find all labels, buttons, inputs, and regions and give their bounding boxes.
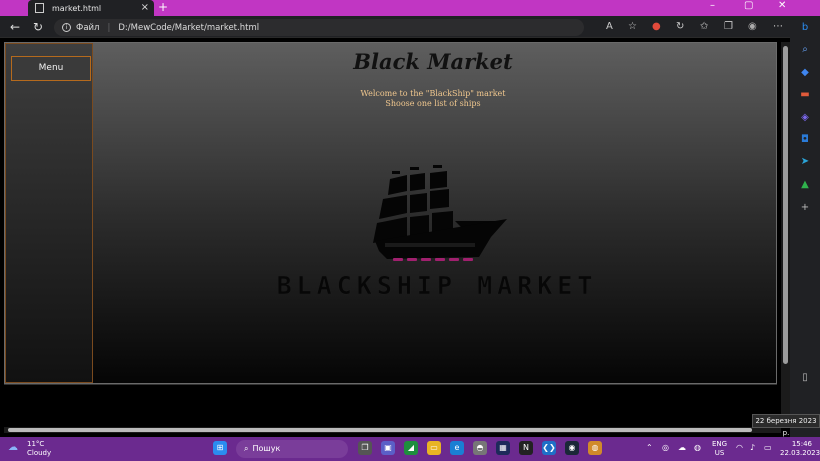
collections-icon[interactable]: ❐ [724, 21, 733, 32]
teams-icon[interactable]: ▣ [381, 441, 395, 455]
search-icon: ⌕ [244, 444, 249, 453]
maximize-button[interactable]: ▢ [744, 0, 753, 11]
taskbar-search[interactable]: ⌕ Пошук [236, 440, 348, 458]
profile-avatar-icon[interactable]: ◉ [748, 21, 757, 32]
search-icon[interactable]: ⌕ [799, 44, 811, 56]
edge-icon[interactable]: e [450, 441, 464, 455]
tray-chevron-icon[interactable]: ⌃ [646, 443, 653, 452]
date-tooltip: 22 березня 2023 р. [752, 414, 820, 437]
task-view-icon[interactable]: ❐ [358, 441, 372, 455]
weather-desc: Cloudy [27, 449, 52, 457]
lang-top: ENG [712, 440, 728, 448]
battery-icon[interactable]: ▭ [764, 443, 772, 452]
scrollbar-thumb[interactable] [783, 46, 788, 364]
browser-tab-strip: market.html × + – ▢ ✕ [0, 0, 820, 16]
tray-cloud-icon[interactable]: ☁ [678, 443, 686, 452]
language-indicator[interactable]: ENG US [712, 440, 727, 458]
clock[interactable]: 15:46 22.03.2023 [780, 440, 820, 458]
tray-phone-icon[interactable]: ◍ [694, 443, 701, 452]
page-title: Black Market [353, 49, 513, 74]
split-icon[interactable]: ▯ [799, 372, 811, 384]
blackship-logo: BLACKSHIP MARKET [276, 165, 598, 300]
read-aloud-icon[interactable]: A [606, 21, 613, 32]
clock-date: 22.03.2023 [780, 449, 820, 457]
tag-icon[interactable]: ◆ [799, 67, 811, 79]
app-green-icon[interactable]: ◢ [404, 441, 418, 455]
start-icon[interactable]: ⊞ [213, 441, 227, 455]
app-orange-icon[interactable]: ◍ [588, 441, 602, 455]
extension-red-icon[interactable]: ● [652, 21, 661, 32]
browser-toolbar: ← ↻ i Файл | D:/MewCode/Market/market.ht… [0, 16, 790, 38]
tab-title: market.html [52, 3, 102, 13]
add-icon[interactable]: + [799, 202, 811, 214]
address-bar[interactable]: i Файл | D:/MewCode/Market/market.html [54, 19, 584, 36]
outlook-icon[interactable]: ◘ [799, 134, 811, 146]
scrollbar-thumb-horizontal[interactable] [8, 428, 752, 432]
refresh-alt-icon[interactable]: ↻ [676, 21, 684, 32]
wifi-icon[interactable]: ◠ [736, 443, 743, 452]
copilot-icon[interactable]: ◈ [799, 112, 811, 124]
app-shield-icon[interactable]: ◓ [473, 441, 487, 455]
search-label: Пошук [252, 444, 281, 453]
protocol-label: Файл [76, 22, 100, 33]
tray-app-icon[interactable]: ◎ [662, 443, 669, 452]
tree-icon[interactable]: ▲ [799, 179, 811, 191]
main-container: Menu Black Market Welcome to the "BlackS… [4, 42, 777, 384]
side-panel: Menu [5, 43, 93, 383]
menu-button[interactable]: Menu [11, 56, 91, 81]
browser-tab[interactable]: market.html × [28, 0, 154, 16]
lang-bottom: US [714, 449, 725, 457]
refresh-icon[interactable]: ↻ [33, 20, 43, 34]
steam-icon[interactable]: ◉ [565, 441, 579, 455]
vscode-icon[interactable]: ❮❯ [542, 441, 556, 455]
toolbox-icon[interactable]: ▬ [799, 89, 811, 101]
favorites-icon[interactable]: ✩ [700, 21, 708, 32]
notion-icon[interactable]: N [519, 441, 533, 455]
app-dark-blue-icon[interactable]: ▦ [496, 441, 510, 455]
welcome-line-1: Welcome to the "BlackShip" market [360, 89, 506, 98]
logo-text: BLACKSHIP MARKET [277, 271, 598, 300]
horizontal-scrollbar[interactable] [4, 427, 781, 433]
welcome-line-2: Shoose one list of ships [385, 99, 481, 108]
new-tab-button[interactable]: + [158, 0, 168, 14]
vertical-scrollbar[interactable] [781, 42, 790, 426]
url-text[interactable]: D:/MewCode/Market/market.html [118, 23, 259, 33]
bing-icon[interactable]: b [799, 22, 811, 34]
taskbar: ☁ 11°C Cloudy ⊞ ⌕ Пошук ❐ ▣ ◢ ▭ e ◓ ▦ N ❮… [0, 437, 820, 461]
page-footer [4, 384, 777, 422]
weather-temp: 11°C [27, 440, 45, 448]
clock-time: 15:46 [791, 440, 812, 448]
welcome-text: Welcome to the "BlackShip" market Shoose… [93, 89, 773, 109]
tab-close-icon[interactable]: × [141, 2, 149, 13]
send-icon[interactable]: ➤ [799, 156, 811, 168]
info-icon[interactable]: i [62, 23, 71, 32]
favorite-star-icon[interactable]: ☆ [628, 21, 637, 32]
close-window-button[interactable]: ✕ [778, 0, 786, 11]
minimize-button[interactable]: – [710, 0, 715, 11]
cloud-icon: ☁ [8, 442, 18, 453]
more-icon[interactable]: ⋯ [773, 21, 783, 32]
address-separator: | [107, 22, 111, 33]
file-explorer-icon[interactable]: ▭ [427, 441, 441, 455]
file-icon [35, 3, 44, 13]
page-viewport: Menu Black Market Welcome to the "BlackS… [0, 38, 790, 430]
back-arrow-icon[interactable]: ← [10, 20, 20, 34]
volume-icon[interactable]: ♪ [750, 443, 755, 452]
browser-sidebar: b ⌕ ◆ ▬ ◈ ◘ ➤ ▲ + ▯ [790, 16, 820, 437]
